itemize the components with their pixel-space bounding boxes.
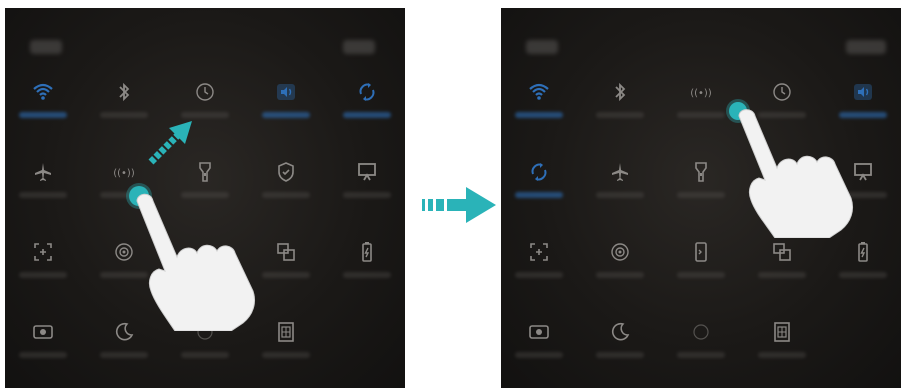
clock-icon xyxy=(773,83,791,101)
quick-toggle-screen-project[interactable] xyxy=(337,160,397,222)
toggle-label-blur xyxy=(100,352,148,358)
svg-text:((•)): ((•)) xyxy=(113,168,135,179)
bluetooth-icon xyxy=(615,82,626,102)
toggle-label-blur xyxy=(19,352,67,358)
quick-toggle-rotation[interactable] xyxy=(337,80,397,142)
sim-icon xyxy=(774,322,790,342)
toggle-label-blur xyxy=(677,352,725,358)
quick-toggle-screen-record[interactable] xyxy=(13,320,73,382)
sound-icon xyxy=(277,84,295,100)
toggle-label-blur xyxy=(19,192,67,198)
phone-icon xyxy=(695,242,707,262)
quick-toggle-flashlight[interactable] xyxy=(671,160,731,222)
rotation-icon xyxy=(359,83,375,101)
flashlight-icon xyxy=(695,162,707,182)
quick-toggle-rotation[interactable] xyxy=(509,160,569,222)
quick-toggle-airplane[interactable] xyxy=(590,160,650,222)
toggle-label-blur xyxy=(758,272,806,278)
screenshot-icon xyxy=(530,243,548,261)
screenshot-icon xyxy=(34,243,52,261)
toggle-label-blur xyxy=(343,192,391,198)
quick-toggle-screenshot[interactable] xyxy=(13,240,73,302)
nfc-icon: ((•)) xyxy=(690,88,712,99)
notification-panel-after: ((•)) xyxy=(501,8,901,388)
multiscreen-icon xyxy=(277,243,295,261)
toggle-label-blur xyxy=(19,272,67,278)
status-icons-blur xyxy=(343,40,375,54)
status-time-blur xyxy=(30,40,62,54)
toggle-label-blur xyxy=(515,112,563,118)
wifi-icon xyxy=(33,83,53,100)
eye-comfort-icon xyxy=(693,324,709,340)
bluetooth-icon xyxy=(119,82,130,102)
quick-toggle-nfc[interactable]: ((•)) xyxy=(671,80,731,142)
toggle-label-blur xyxy=(839,272,887,278)
toggle-label-blur xyxy=(181,352,229,358)
wifi-icon xyxy=(529,83,549,100)
quick-toggle-eye-comfort[interactable] xyxy=(671,320,731,382)
toggle-label-blur xyxy=(19,112,67,118)
clock-icon xyxy=(196,83,214,101)
svg-text:((•)): ((•)) xyxy=(690,88,712,99)
status-time-blur xyxy=(526,40,558,54)
quick-toggle-phone[interactable] xyxy=(671,240,731,302)
toggle-label-blur xyxy=(262,112,310,118)
airplane-icon xyxy=(35,163,51,181)
quick-toggle-multiscreen[interactable] xyxy=(752,240,812,302)
screen-project-icon xyxy=(358,163,376,181)
screen-record-icon xyxy=(33,325,53,339)
quick-toggle-screen-record[interactable] xyxy=(509,320,569,382)
battery-saver-icon xyxy=(362,242,372,262)
toggle-label-blur xyxy=(343,112,391,118)
quick-toggle-wifi[interactable] xyxy=(509,80,569,142)
toggle-label-blur xyxy=(677,192,725,198)
toggle-label-blur xyxy=(515,272,563,278)
quick-toggle-hotspot[interactable] xyxy=(590,240,650,302)
hand-gesture-icon xyxy=(738,109,854,238)
toggle-label-blur xyxy=(596,272,644,278)
notification-panel-before: ((•)) xyxy=(5,8,405,388)
airplane-icon xyxy=(612,163,628,181)
quick-toggle-battery-saver[interactable] xyxy=(337,240,397,302)
arrow-right-icon xyxy=(422,187,496,223)
rotation-icon xyxy=(531,163,547,181)
quick-toggle-sound[interactable] xyxy=(256,80,316,142)
hotspot-icon xyxy=(611,243,629,261)
toggle-label-blur xyxy=(262,352,310,358)
toggle-label-blur xyxy=(343,272,391,278)
toggle-label-blur xyxy=(596,192,644,198)
moon-icon xyxy=(612,322,630,341)
quick-toggle-battery-saver[interactable] xyxy=(833,240,893,302)
quick-toggle-moon[interactable] xyxy=(590,320,650,382)
toggle-label-blur xyxy=(758,352,806,358)
screen-record-icon xyxy=(529,325,549,339)
hand-gesture-icon xyxy=(136,193,256,331)
quick-toggle-bluetooth[interactable] xyxy=(590,80,650,142)
quick-toggle-wifi[interactable] xyxy=(13,80,73,142)
toggle-label-blur xyxy=(596,352,644,358)
sim-icon xyxy=(278,322,294,342)
toggle-label-blur xyxy=(596,112,644,118)
status-icons-blur xyxy=(846,40,886,54)
nfc-icon: ((•)) xyxy=(113,168,135,179)
quick-toggle-sim[interactable] xyxy=(752,320,812,382)
shield-icon xyxy=(278,162,294,182)
multiscreen-icon xyxy=(773,243,791,261)
toggle-label-blur xyxy=(515,192,563,198)
drag-direction-arrow-icon xyxy=(148,121,192,165)
toggle-label-blur xyxy=(100,112,148,118)
toggle-label-blur xyxy=(677,112,725,118)
battery-saver-icon xyxy=(858,242,868,262)
quick-toggle-airplane[interactable] xyxy=(13,160,73,222)
sound-icon xyxy=(854,84,872,100)
toggle-label-blur xyxy=(677,272,725,278)
toggle-label-blur xyxy=(515,352,563,358)
quick-toggle-screenshot[interactable] xyxy=(509,240,569,302)
